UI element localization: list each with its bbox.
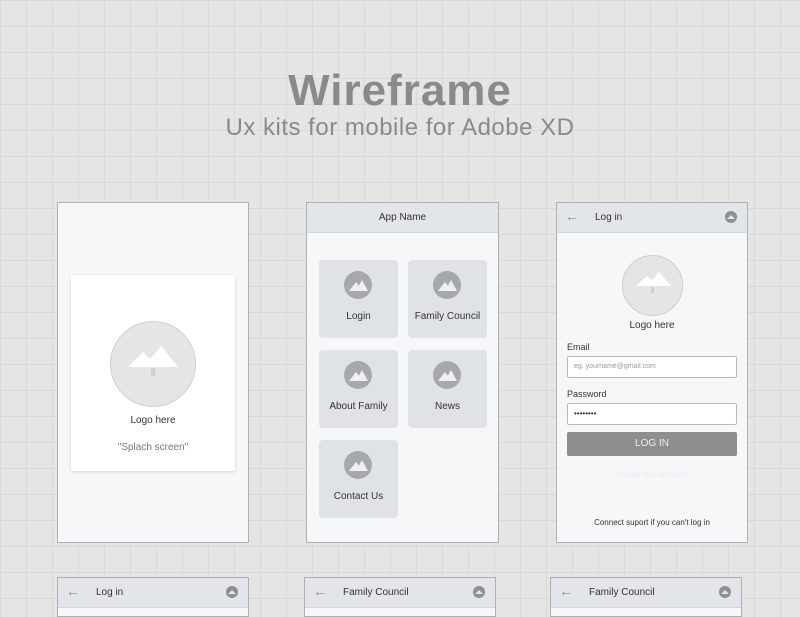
image-icon xyxy=(433,271,461,299)
support-text[interactable]: Connect suport if you can't log in xyxy=(557,518,747,527)
profile-icon[interactable] xyxy=(226,586,238,598)
tile-label: Family Council xyxy=(414,311,481,322)
image-icon xyxy=(344,451,372,479)
tile-label: Login xyxy=(346,311,371,322)
bottom-login-screen: ← Log in xyxy=(57,577,249,617)
app-bar: ← Log in xyxy=(58,578,248,608)
password-label: Password xyxy=(567,389,607,399)
image-icon xyxy=(433,361,461,389)
login-button[interactable]: LOG IN xyxy=(567,432,737,456)
tile-label: Contact Us xyxy=(333,491,384,502)
profile-icon[interactable] xyxy=(725,211,737,223)
splash-screen: Logo here "Splach screen" xyxy=(57,202,249,543)
tile-about-family[interactable]: About Family xyxy=(319,350,398,428)
email-label: Email xyxy=(567,342,590,352)
tile-label: News xyxy=(434,401,460,412)
image-icon xyxy=(344,271,372,299)
screen-title: Family Council xyxy=(343,587,409,598)
image-icon xyxy=(344,361,372,389)
tile-contact-us[interactable]: Contact Us xyxy=(319,440,398,518)
password-field[interactable]: •••••••• xyxy=(567,403,737,425)
splash-card: Logo here "Splach screen" xyxy=(71,275,235,471)
tile-family-council[interactable]: Family Council xyxy=(408,260,487,338)
back-arrow-icon[interactable]: ← xyxy=(313,583,327,599)
page-subtitle: Ux kits for mobile for Adobe XD xyxy=(225,114,575,141)
splash-logo-text: Logo here xyxy=(130,415,176,426)
login-screen: ← Log in Logo here Email eg. yourname@gm… xyxy=(556,202,748,543)
screen-title: Log in xyxy=(96,587,124,598)
login-title: Log in xyxy=(595,212,623,223)
page-title: Wireframe xyxy=(288,66,512,115)
logo-placeholder-icon xyxy=(110,321,196,407)
back-arrow-icon[interactable]: ← xyxy=(559,583,573,599)
email-field[interactable]: eg. yourname@gmail.com xyxy=(567,356,737,378)
bottom-family-council-screen-2: ← Family Council xyxy=(550,577,742,617)
home-screen: App Name Login Family Council About Fami… xyxy=(306,202,499,543)
back-arrow-icon[interactable]: ← xyxy=(66,583,80,599)
logo-placeholder-icon xyxy=(622,255,683,316)
create-account-link[interactable]: Create new account xyxy=(557,470,747,479)
bottom-family-council-screen: ← Family Council xyxy=(304,577,496,617)
app-bar: ← Family Council xyxy=(305,578,495,608)
app-name-title: App Name xyxy=(378,212,427,223)
splash-caption: "Splach screen" xyxy=(117,442,189,453)
profile-icon[interactable] xyxy=(473,586,485,598)
profile-icon[interactable] xyxy=(719,586,731,598)
tile-news[interactable]: News xyxy=(408,350,487,428)
login-logo-text: Logo here xyxy=(629,320,675,331)
back-arrow-icon[interactable]: ← xyxy=(565,208,579,224)
app-bar: ← Log in xyxy=(557,203,747,233)
screen-title: Family Council xyxy=(589,587,655,598)
app-bar: App Name xyxy=(307,203,498,233)
tile-login[interactable]: Login xyxy=(319,260,398,338)
app-bar: ← Family Council xyxy=(551,578,741,608)
tile-label: About Family xyxy=(329,401,388,412)
